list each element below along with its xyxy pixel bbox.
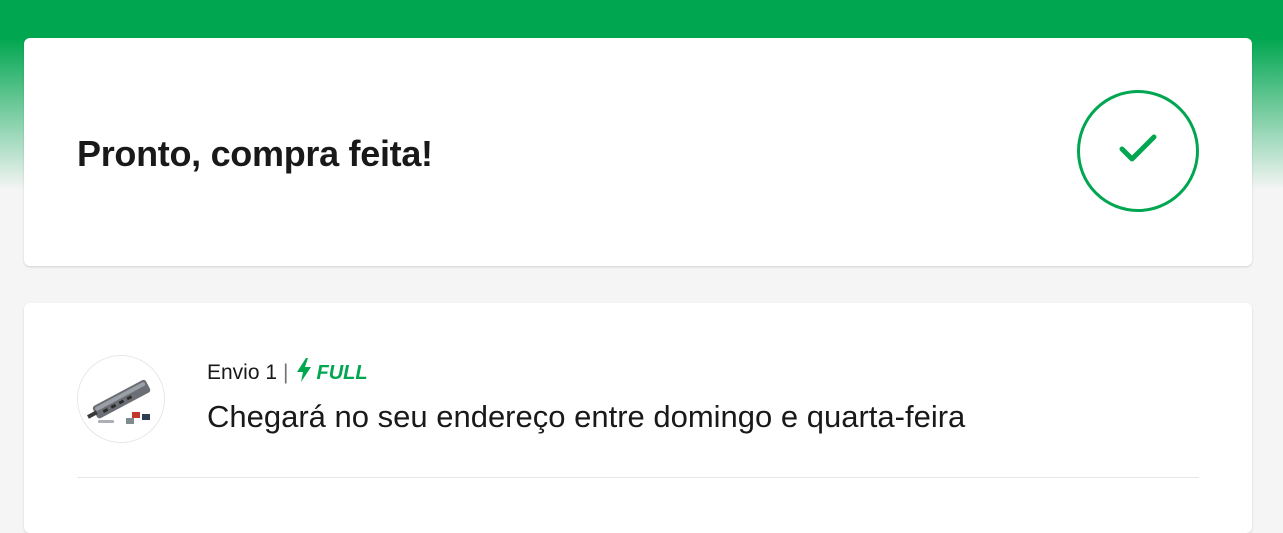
usb-hub-product-image bbox=[78, 356, 164, 442]
success-check-badge bbox=[1077, 90, 1199, 212]
product-thumbnail[interactable] bbox=[77, 355, 165, 443]
shipment-card: Envio 1 | FULL Chegará no seu endereço e… bbox=[24, 303, 1252, 533]
shipment-separator: | bbox=[283, 361, 289, 384]
lightning-icon bbox=[295, 358, 317, 388]
full-badge: FULL bbox=[295, 358, 368, 388]
check-icon bbox=[1118, 133, 1158, 170]
full-badge-text: FULL bbox=[316, 361, 368, 384]
divider bbox=[77, 477, 1199, 478]
purchase-success-card: Pronto, compra feita! bbox=[24, 38, 1252, 266]
shipment-number: Envio 1 bbox=[207, 361, 278, 384]
shipment-label-row: Envio 1 | FULL bbox=[207, 358, 368, 388]
shipment-eta: Chegará no seu endereço entre domingo e … bbox=[207, 399, 966, 434]
success-title: Pronto, compra feita! bbox=[77, 133, 433, 174]
